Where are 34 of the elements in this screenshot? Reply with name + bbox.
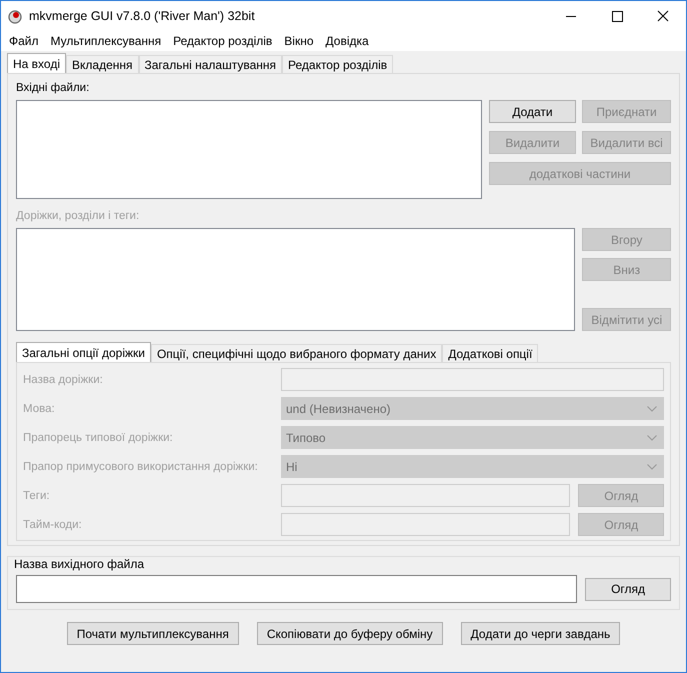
field-label: Прапор примусового використання доріжки: bbox=[23, 460, 259, 472]
browse-button[interactable]: Огляд bbox=[585, 578, 671, 600]
tab[interactable]: Загальні опції доріжки bbox=[16, 342, 151, 362]
field-label: Тайм-коди: bbox=[23, 518, 83, 530]
chevron-down-icon bbox=[647, 434, 657, 440]
field-label: Назва доріжки: bbox=[23, 374, 104, 386]
tab[interactable]: Додаткові опції bbox=[442, 344, 538, 362]
chevron-down-icon bbox=[647, 406, 657, 412]
menu-item[interactable]: Файл bbox=[3, 34, 45, 48]
button[interactable]: Додати bbox=[489, 100, 576, 123]
file-list[interactable] bbox=[16, 100, 482, 199]
tab[interactable]: Опції, специфічні щодо вибраного формату даних bbox=[150, 344, 442, 362]
button[interactable]: Почати мультиплексування bbox=[66, 622, 239, 645]
field-label: Теги: bbox=[23, 490, 51, 502]
button[interactable]: Додати до черги завдань bbox=[460, 622, 620, 645]
tab[interactable]: Вкладення bbox=[66, 55, 138, 73]
section-label: Доріжки, розділи і теги: bbox=[16, 210, 140, 222]
tab[interactable]: Редактор розділів bbox=[282, 55, 394, 73]
tab[interactable]: Загальні налаштування bbox=[138, 55, 282, 73]
tab[interactable]: На вході bbox=[7, 53, 66, 73]
button[interactable]: Скопіювати до буферу обміну bbox=[256, 622, 443, 645]
menu-item[interactable]: Вікно bbox=[278, 34, 320, 48]
group-label: Назва вихідного файла bbox=[14, 557, 146, 571]
section-label: Вхідні файли: bbox=[16, 82, 90, 94]
menu-item[interactable]: Мультиплексування bbox=[44, 34, 168, 48]
window-title: mkvmerge GUI v7.8.0 ('River Man') 32bit bbox=[29, 9, 256, 23]
field-label: Мова: bbox=[23, 402, 56, 414]
track-list[interactable] bbox=[16, 228, 576, 331]
menu-item[interactable]: Редактор розділів bbox=[167, 34, 278, 48]
chevron-down-icon bbox=[647, 464, 657, 470]
field-label: Прапорець типової доріжки: bbox=[23, 432, 174, 444]
app-icon bbox=[7, 8, 23, 24]
menu-item[interactable]: Довідка bbox=[320, 34, 375, 48]
input-field[interactable] bbox=[16, 575, 578, 603]
